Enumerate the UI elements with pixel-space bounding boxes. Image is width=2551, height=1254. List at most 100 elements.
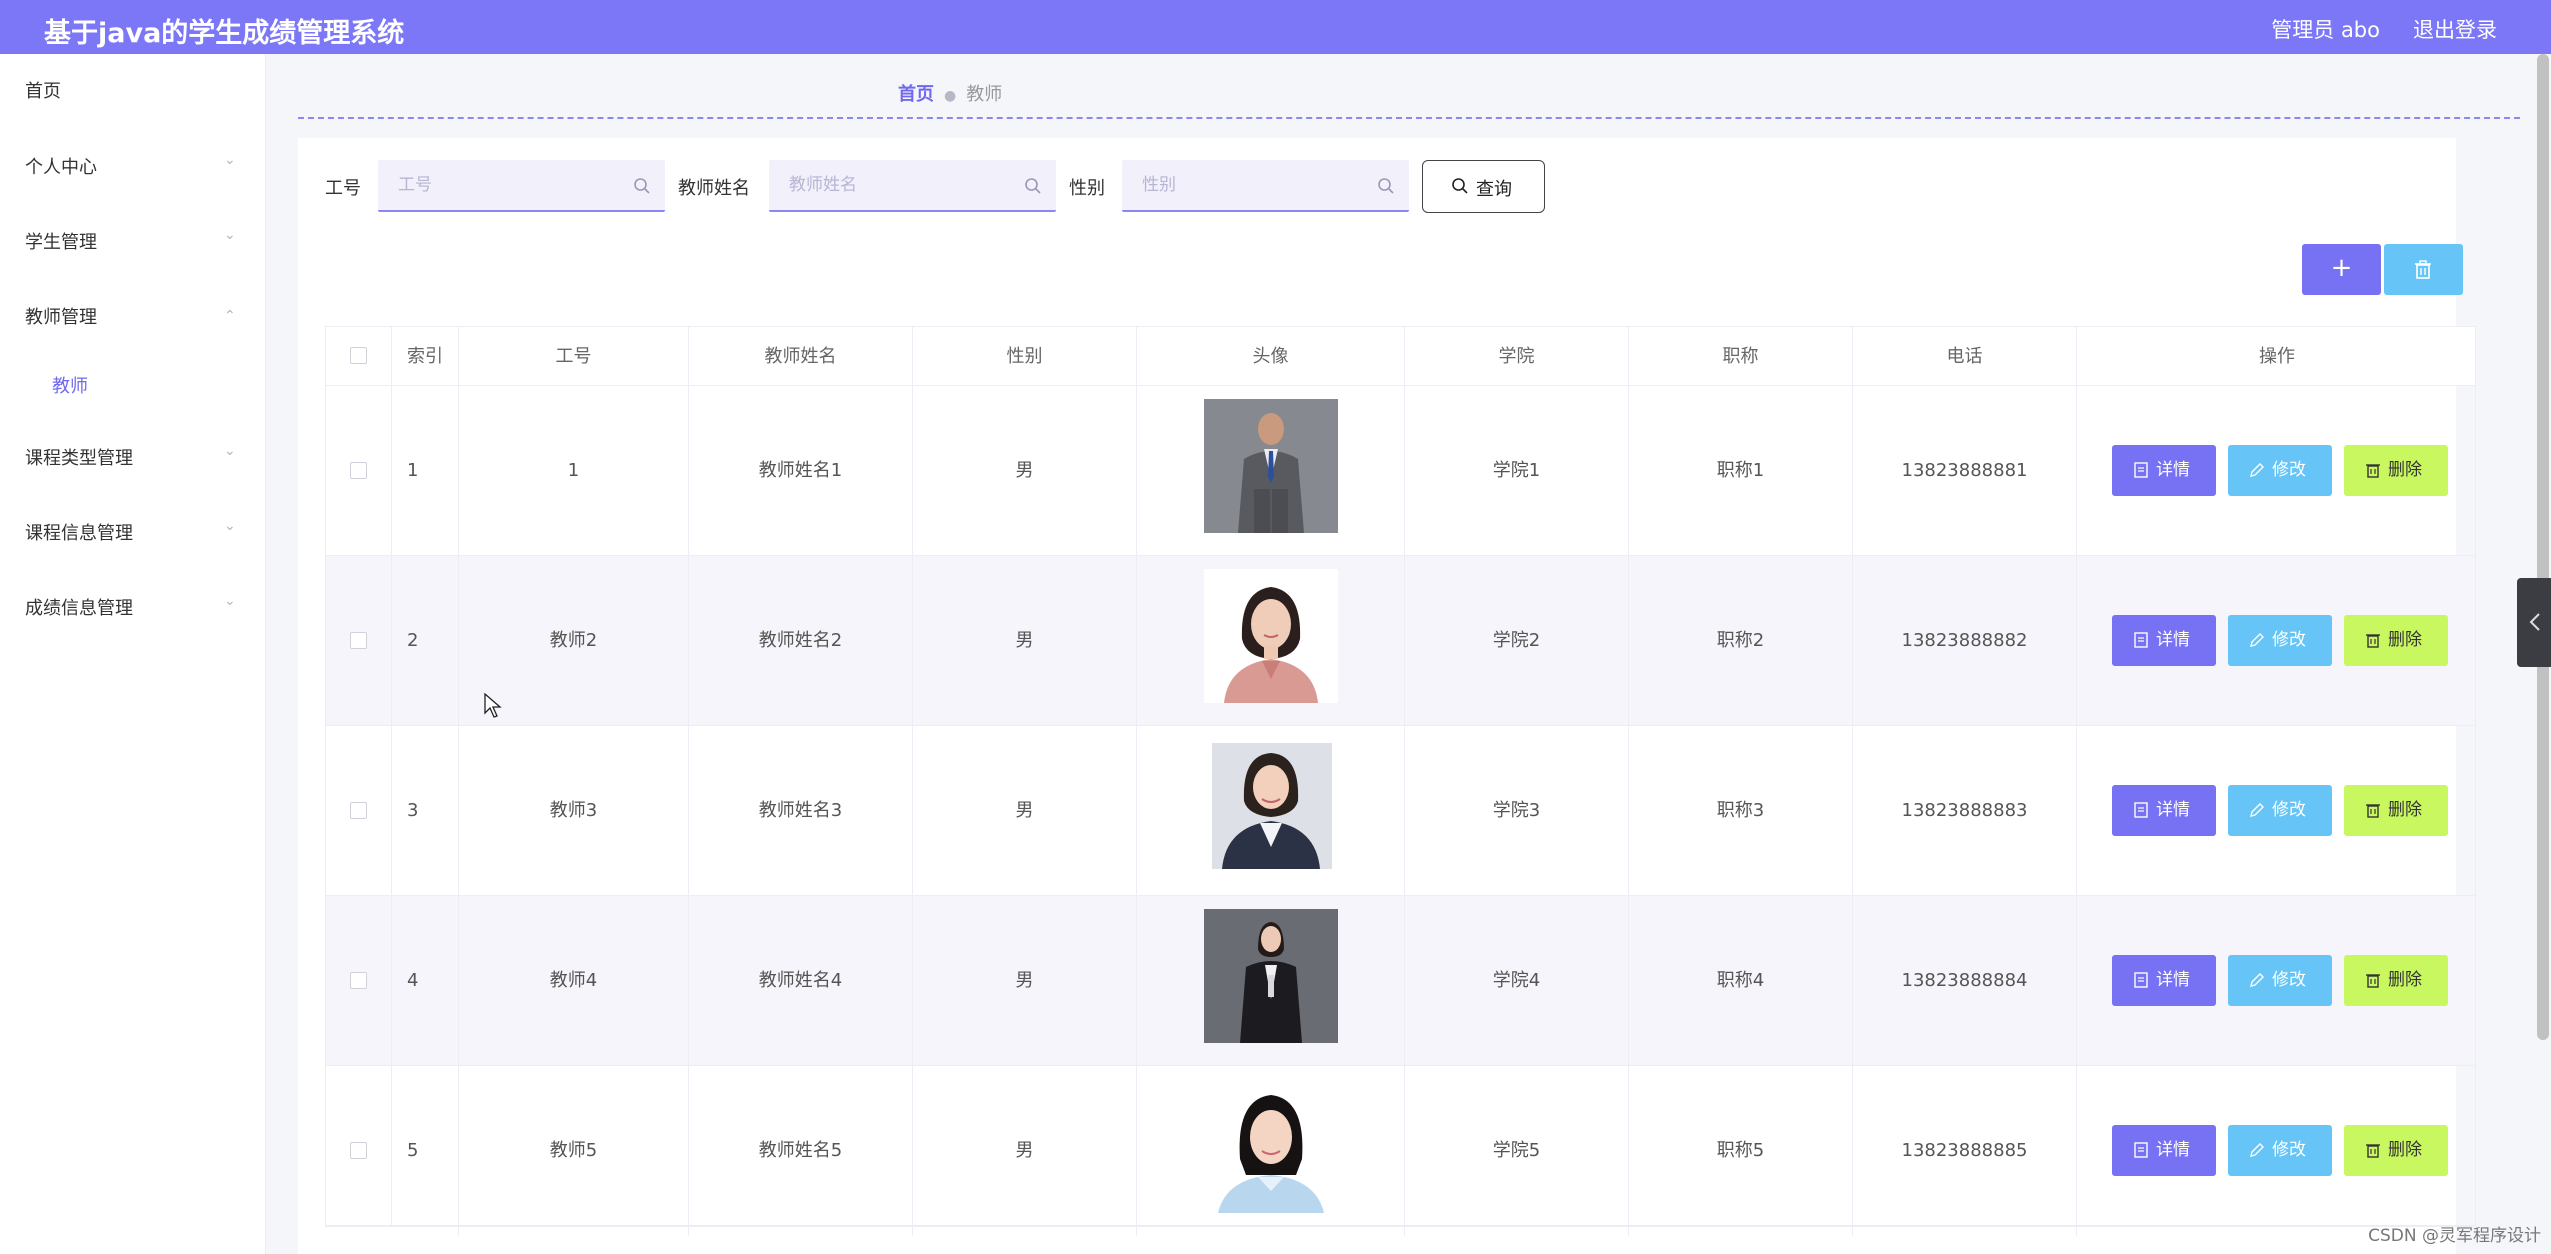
sidebar-item-home[interactable]: 首页 xyxy=(0,64,266,114)
sidebar-item-label: 成绩信息管理 xyxy=(25,598,133,619)
delete-button[interactable]: 删除 xyxy=(2344,955,2448,1006)
row-checkbox[interactable] xyxy=(350,462,367,479)
sidebar-item-student-management[interactable]: 学生管理 ⌄ xyxy=(0,215,266,265)
delete-button[interactable]: 删除 xyxy=(2344,1125,2448,1176)
sidebar-item-personal-center[interactable]: 个人中心 ⌄ xyxy=(0,140,266,190)
sidebar-item-label: 教师 xyxy=(52,376,88,397)
th-id: 工号 xyxy=(459,327,689,386)
trash-icon xyxy=(2366,974,2380,988)
teacher-table: 索引 工号 教师姓名 性别 头像 学院 职称 电话 操作 1 1 教师姓名1 男 xyxy=(325,326,2477,1236)
delete-button[interactable]: 删除 xyxy=(2344,785,2448,836)
sidebar: 首页 个人中心 ⌄ 学生管理 ⌄ 教师管理 ⌃ 教师 课程类型管理 ⌄ 课程信息… xyxy=(0,54,266,1254)
detail-button[interactable]: 详情 xyxy=(2112,785,2216,836)
search-id-field[interactable] xyxy=(378,160,665,212)
edit-button[interactable]: 修改 xyxy=(2228,615,2332,666)
teacher-avatar-image xyxy=(1204,399,1338,533)
delete-button-label: 删除 xyxy=(2388,460,2422,480)
cell-name: 教师姓名5 xyxy=(689,1066,913,1236)
chevron-up-icon: ⌃ xyxy=(224,308,236,324)
delete-button[interactable]: 删除 xyxy=(2344,445,2448,496)
cell-college: 学院5 xyxy=(1405,1066,1629,1236)
detail-button-label: 详情 xyxy=(2156,460,2190,480)
detail-button-label: 详情 xyxy=(2156,1140,2190,1160)
row-checkbox[interactable] xyxy=(350,632,367,649)
cell-phone: 13823888885 xyxy=(1853,1066,2077,1236)
cell-gender: 男 xyxy=(913,896,1137,1066)
th-index: 索引 xyxy=(392,327,459,386)
query-button[interactable]: 查询 xyxy=(1422,160,1545,213)
th-select xyxy=(326,327,392,386)
trash-icon xyxy=(2366,464,2380,478)
search-id-input[interactable] xyxy=(378,160,665,210)
query-button-label: 查询 xyxy=(1476,179,1512,200)
logout-button[interactable]: 退出登录 xyxy=(2413,14,2497,44)
row-checkbox[interactable] xyxy=(350,802,367,819)
edit-button-label: 修改 xyxy=(2272,970,2306,990)
row-checkbox[interactable] xyxy=(350,1142,367,1159)
chevron-down-icon: ⌄ xyxy=(224,227,236,243)
th-phone: 电话 xyxy=(1853,327,2077,386)
trash-icon xyxy=(2366,634,2380,648)
row-checkbox[interactable] xyxy=(350,972,367,989)
sidebar-item-teacher[interactable]: 教师 xyxy=(0,359,266,409)
edit-button[interactable]: 修改 xyxy=(2228,955,2332,1006)
edit-button-label: 修改 xyxy=(2272,460,2306,480)
detail-button[interactable]: 详情 xyxy=(2112,955,2216,1006)
sidebar-item-label: 学生管理 xyxy=(25,232,97,253)
delete-button-label: 删除 xyxy=(2388,800,2422,820)
select-all-checkbox[interactable] xyxy=(350,347,367,364)
drawer-toggle-handle[interactable] xyxy=(2517,578,2551,667)
search-gender-field[interactable] xyxy=(1122,160,1409,212)
sidebar-item-teacher-management[interactable]: 教师管理 ⌃ xyxy=(0,290,266,340)
sidebar-item-course-info-management[interactable]: 课程信息管理 ⌄ xyxy=(0,506,266,556)
cell-id: 1 xyxy=(459,386,689,556)
table-row: 4 教师4 教师姓名4 男 学院4 职称4 13823888884 详情 修改 … xyxy=(326,896,2475,1066)
th-actions: 操作 xyxy=(2259,346,2295,367)
search-icon xyxy=(1378,178,1394,194)
sidebar-item-label: 教师管理 xyxy=(25,307,97,328)
delete-button[interactable]: 删除 xyxy=(2344,615,2448,666)
delete-button-label: 删除 xyxy=(2388,630,2422,650)
batch-delete-button[interactable] xyxy=(2384,244,2463,295)
cell-phone: 13823888882 xyxy=(1853,556,2077,726)
detail-button[interactable]: 详情 xyxy=(2112,445,2216,496)
detail-button[interactable]: 详情 xyxy=(2112,1125,2216,1176)
edit-button-label: 修改 xyxy=(2272,1140,2306,1160)
cell-title: 职称5 xyxy=(1629,1066,1853,1236)
table-row: 5 教师5 教师姓名5 男 学院5 职称5 13823888885 详情 修改 … xyxy=(326,1066,2475,1236)
th-title: 职称 xyxy=(1629,327,1853,386)
add-button[interactable]: + xyxy=(2302,244,2381,295)
search-name-field[interactable] xyxy=(769,160,1056,212)
cell-id: 教师3 xyxy=(459,726,689,896)
cell-college: 学院2 xyxy=(1405,556,1629,726)
search-gender-input[interactable] xyxy=(1122,160,1409,210)
watermark: CSDN @灵军程序设计 xyxy=(2368,1226,2541,1246)
teacher-avatar-image xyxy=(1204,739,1338,873)
document-icon xyxy=(2134,972,2148,988)
edit-button[interactable]: 修改 xyxy=(2228,1125,2332,1176)
edit-button-label: 修改 xyxy=(2272,630,2306,650)
document-icon xyxy=(2134,632,2148,648)
th-college: 学院 xyxy=(1405,327,1629,386)
teacher-avatar-image xyxy=(1204,909,1338,1043)
cell-title: 职称4 xyxy=(1629,896,1853,1066)
document-icon xyxy=(2134,1142,2148,1158)
breadcrumb-home[interactable]: 首页 xyxy=(898,84,934,105)
sidebar-item-course-type-management[interactable]: 课程类型管理 ⌄ xyxy=(0,431,266,481)
cell-gender: 男 xyxy=(913,726,1137,896)
app-title: 基于java的学生成绩管理系统 xyxy=(44,18,405,49)
edit-button[interactable]: 修改 xyxy=(2228,785,2332,836)
cell-title: 职称3 xyxy=(1629,726,1853,896)
delete-button-label: 删除 xyxy=(2388,1140,2422,1160)
edit-button[interactable]: 修改 xyxy=(2228,445,2332,496)
cell-gender: 男 xyxy=(913,556,1137,726)
search-name-input[interactable] xyxy=(769,160,1056,210)
detail-button[interactable]: 详情 xyxy=(2112,615,2216,666)
page-scrollbar[interactable] xyxy=(2537,54,2549,1040)
cell-gender: 男 xyxy=(913,1066,1137,1236)
sidebar-item-grade-info-management[interactable]: 成绩信息管理 ⌄ xyxy=(0,581,266,631)
cell-actions: 详情 修改 删除 xyxy=(2077,726,2477,896)
teacher-avatar-image xyxy=(1204,1079,1338,1213)
search-id-label: 工号 xyxy=(325,178,361,199)
admin-label: 管理员 abo xyxy=(2271,18,2380,42)
